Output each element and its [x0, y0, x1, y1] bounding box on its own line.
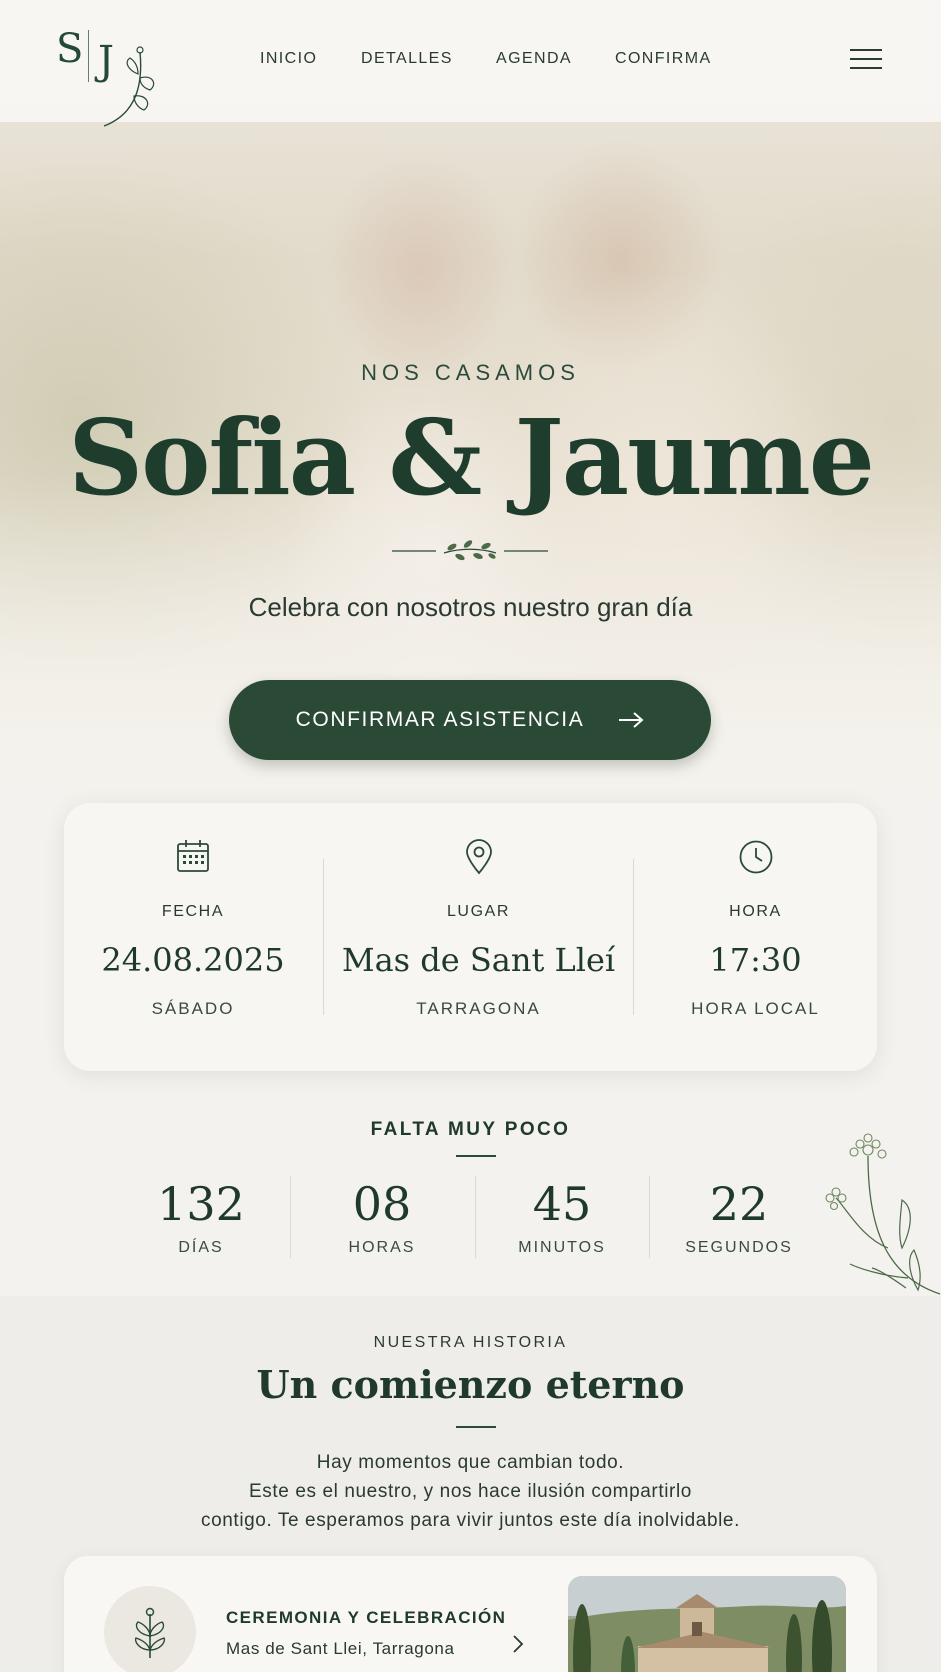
info-place-value: Mas de Sant Lleí: [341, 941, 616, 979]
map-pin-icon: [465, 839, 492, 875]
story-line: contigo. Te esperamos para vivir juntos …: [201, 1510, 740, 1531]
chevron-right-icon[interactable]: [512, 1634, 524, 1654]
countdown-rule: [456, 1155, 496, 1157]
countdown-title: FALTA MUY POCO: [370, 1119, 571, 1140]
venue-illustration: [568, 1576, 846, 1672]
info-date-sub: SÁBADO: [151, 999, 235, 1018]
info-time: HORA 17:30 HORA LOCAL: [634, 803, 877, 1071]
countdown-seconds-label: SEGUNDOS: [685, 1239, 793, 1256]
countdown-seconds: 22 SEGUNDOS: [674, 1175, 804, 1257]
countdown-divider: [649, 1176, 650, 1258]
info-place: LUGAR Mas de Sant Lleí TARRAGONA: [324, 803, 633, 1071]
ceremony-icon-badge: [104, 1586, 196, 1672]
venue-photo: [568, 1576, 846, 1672]
countdown-hours-label: HORAS: [348, 1239, 416, 1256]
info-time-label: HORA: [729, 903, 782, 920]
cta-label: CONFIRMAR ASISTENCIA: [295, 708, 585, 731]
story-text: Hay momentos que cambian todo. Este es e…: [0, 1448, 941, 1535]
confirm-attendance-button[interactable]: CONFIRMAR ASISTENCIA: [229, 680, 711, 760]
calendar-icon: [177, 840, 209, 872]
hamburger-icon[interactable]: [850, 47, 882, 71]
ceremony-place: Mas de Sant Llei, Tarragona: [226, 1639, 455, 1658]
countdown-minutes-label: MINUTOS: [518, 1239, 606, 1256]
story-rule: [456, 1426, 496, 1428]
countdown-hours: 08 HORAS: [317, 1175, 447, 1257]
countdown-minutes: 45 MINUTOS: [497, 1175, 627, 1257]
leaf-ornament-icon: [392, 540, 548, 561]
info-date-label: FECHA: [161, 903, 225, 920]
countdown-days: 132 DÍAS: [136, 1175, 266, 1257]
wildflower-icon: [825, 1133, 941, 1295]
story-line: Este es el nuestro, y nos hace ilusión c…: [249, 1481, 692, 1502]
site-header: S J INICIO DETALLES AGENDA CONFIRMA: [0, 0, 941, 127]
story-line: Hay momentos que cambian todo.: [316, 1452, 625, 1473]
countdown-seconds-value: 22: [709, 1177, 769, 1231]
info-place-sub: TARRAGONA: [416, 999, 541, 1018]
nav-detalles[interactable]: DETALLES: [361, 50, 453, 68]
nav-confirma[interactable]: CONFIRMA: [615, 50, 712, 68]
info-date-value: 24.08.2025: [101, 941, 285, 979]
ceremony-card[interactable]: CEREMONIA Y CELEBRACIÓN Mas de Sant Llei…: [64, 1556, 877, 1672]
countdown-days-value: 132: [157, 1177, 245, 1231]
arrow-right-icon: [619, 712, 644, 728]
info-date: FECHA 24.08.2025 SÁBADO: [64, 803, 322, 1071]
couple-names: Sofia & Jaume: [68, 396, 875, 519]
nav-inicio[interactable]: INICIO: [260, 50, 317, 68]
main-nav: INICIO DETALLES AGENDA CONFIRMA: [0, 50, 941, 72]
info-time-value: 17:30: [709, 941, 802, 979]
clock-icon: [739, 840, 772, 874]
countdown-hours-value: 08: [352, 1177, 412, 1231]
info-time-sub: HORA LOCAL: [691, 999, 820, 1018]
nav-agenda[interactable]: AGENDA: [496, 50, 572, 68]
sprig-icon: [134, 1607, 166, 1658]
story-eyebrow: NUESTRA HISTORIA: [373, 1334, 568, 1351]
ceremony-title: CEREMONIA Y CELEBRACIÓN: [226, 1608, 507, 1627]
info-place-label: LUGAR: [446, 903, 511, 920]
countdown-divider: [475, 1176, 476, 1258]
hero-tagline: Celebra con nosotros nuestro gran día: [248, 592, 693, 622]
countdown-minutes-value: 45: [532, 1177, 592, 1231]
countdown-divider: [290, 1176, 291, 1258]
event-info-card: FECHA 24.08.2025 SÁBADO LUGAR Mas de San…: [64, 803, 877, 1071]
hero-eyebrow: NOS CASAMOS: [361, 360, 580, 385]
story-title: Un comienzo eterno: [256, 1362, 685, 1407]
countdown-days-label: DÍAS: [178, 1239, 224, 1256]
